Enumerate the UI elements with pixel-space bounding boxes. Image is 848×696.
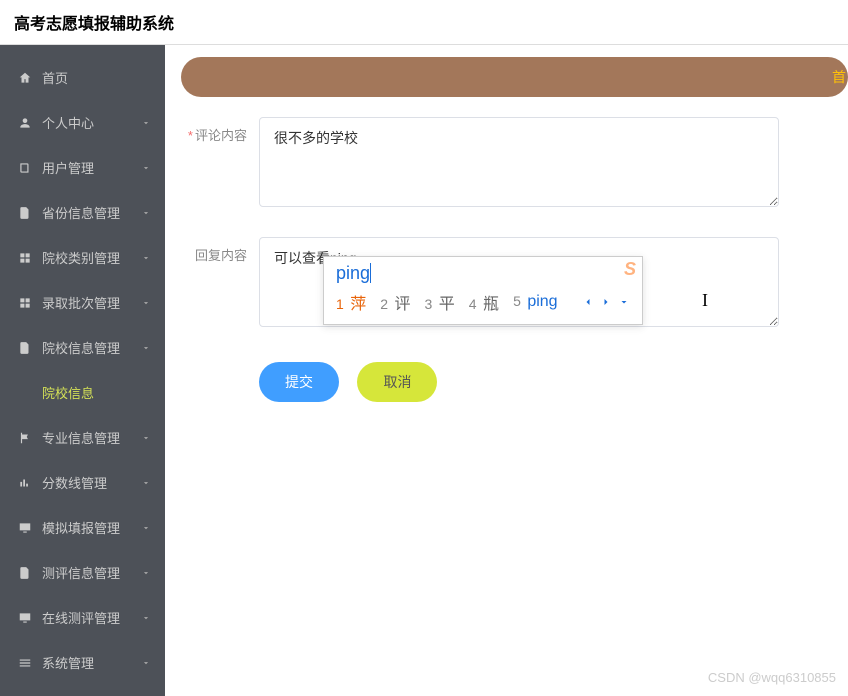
monitor-icon bbox=[18, 521, 32, 535]
sidebar-item-label: 用户管理 bbox=[42, 158, 94, 177]
submit-button[interactable]: 提交 bbox=[259, 362, 339, 402]
chevron-down-icon bbox=[141, 478, 151, 488]
app-header: 高考志愿填报辅助系统 bbox=[0, 0, 848, 45]
sidebar-item-label: 分数线管理 bbox=[42, 473, 107, 492]
chevron-down-icon bbox=[141, 343, 151, 353]
chevron-down-icon bbox=[141, 208, 151, 218]
bars-icon bbox=[18, 476, 32, 490]
chevron-down-icon bbox=[141, 163, 151, 173]
breadcrumb-banner: 首 bbox=[181, 57, 848, 97]
sidebar-item-label: 院校类别管理 bbox=[42, 248, 120, 267]
sidebar-item-label: 院校信息 bbox=[42, 383, 94, 402]
chevron-down-icon bbox=[141, 433, 151, 443]
sidebar-item-3[interactable]: 省份信息管理 bbox=[0, 190, 165, 235]
sidebar-item-label: 模拟填报管理 bbox=[42, 518, 120, 537]
cancel-button[interactable]: 取消 bbox=[357, 362, 437, 402]
grid-icon bbox=[18, 251, 32, 265]
sidebar-item-5[interactable]: 录取批次管理 bbox=[0, 280, 165, 325]
ime-expand-icon[interactable] bbox=[618, 296, 630, 308]
required-mark: * bbox=[188, 128, 193, 143]
chevron-down-icon bbox=[141, 523, 151, 533]
sidebar-item-2[interactable]: 用户管理 bbox=[0, 145, 165, 190]
doc-icon bbox=[18, 341, 32, 355]
sidebar-item-10[interactable]: 模拟填报管理 bbox=[0, 505, 165, 550]
monitor-icon bbox=[18, 611, 32, 625]
sidebar-item-7[interactable]: 院校信息 bbox=[0, 370, 165, 415]
ime-candidate-panel: S ping 1 萍 2 评 3 平 4 瓶 5 ping bbox=[323, 256, 643, 325]
ime-candidate[interactable]: 4 瓶 bbox=[469, 290, 499, 314]
sidebar-item-label: 专业信息管理 bbox=[42, 428, 120, 447]
home-icon bbox=[18, 71, 32, 85]
watermark: CSDN @wqq6310855 bbox=[708, 670, 836, 685]
chevron-down-icon bbox=[141, 118, 151, 128]
main-content: 首 *评论内容 回复内容 S ping 1 萍 2 评 3 平 bbox=[165, 45, 848, 696]
sidebar-item-11[interactable]: 测评信息管理 bbox=[0, 550, 165, 595]
sidebar-item-label: 录取批次管理 bbox=[42, 293, 120, 312]
sidebar-item-0[interactable]: 首页 bbox=[0, 55, 165, 100]
menu-icon bbox=[18, 656, 32, 670]
sidebar-item-4[interactable]: 院校类别管理 bbox=[0, 235, 165, 280]
ime-candidate[interactable]: 2 评 bbox=[380, 290, 410, 314]
chevron-down-icon bbox=[141, 658, 151, 668]
sidebar-item-label: 省份信息管理 bbox=[42, 203, 120, 222]
sidebar-item-label: 系统管理 bbox=[42, 653, 94, 672]
sidebar-item-9[interactable]: 分数线管理 bbox=[0, 460, 165, 505]
ime-candidate[interactable]: 1 萍 bbox=[336, 290, 366, 314]
ime-prev-icon[interactable] bbox=[582, 296, 594, 308]
sidebar-item-8[interactable]: 专业信息管理 bbox=[0, 415, 165, 460]
ime-candidate[interactable]: 3 平 bbox=[425, 290, 455, 314]
sidebar-item-label: 首页 bbox=[42, 68, 68, 87]
sidebar-item-13[interactable]: 系统管理 bbox=[0, 640, 165, 685]
chevron-down-icon bbox=[141, 613, 151, 623]
chevron-down-icon bbox=[141, 253, 151, 263]
ime-input-text: ping bbox=[336, 263, 630, 284]
sidebar: 首页个人中心用户管理省份信息管理院校类别管理录取批次管理院校信息管理院校信息专业… bbox=[0, 45, 165, 696]
grid-icon bbox=[18, 296, 32, 310]
text-cursor-icon: I bbox=[702, 290, 708, 311]
sidebar-item-6[interactable]: 院校信息管理 bbox=[0, 325, 165, 370]
chevron-down-icon bbox=[141, 298, 151, 308]
comment-label: *评论内容 bbox=[181, 117, 259, 144]
ime-next-icon[interactable] bbox=[600, 296, 612, 308]
sidebar-item-label: 在线测评管理 bbox=[42, 608, 120, 627]
user-icon bbox=[18, 116, 32, 130]
sidebar-item-label: 个人中心 bbox=[42, 113, 94, 132]
chevron-down-icon bbox=[141, 568, 151, 578]
app-title: 高考志愿填报辅助系统 bbox=[14, 16, 174, 33]
ime-candidates-row: 1 萍 2 评 3 平 4 瓶 5 ping bbox=[336, 290, 630, 314]
book-icon bbox=[18, 161, 32, 175]
sidebar-item-label: 院校信息管理 bbox=[42, 338, 120, 357]
doc-icon bbox=[18, 566, 32, 580]
sidebar-item-12[interactable]: 在线测评管理 bbox=[0, 595, 165, 640]
comment-textarea[interactable] bbox=[259, 117, 779, 207]
ime-logo-icon: S bbox=[624, 259, 636, 280]
sidebar-item-1[interactable]: 个人中心 bbox=[0, 100, 165, 145]
sidebar-item-label: 测评信息管理 bbox=[42, 563, 120, 582]
reply-label: 回复内容 bbox=[181, 237, 259, 264]
flag-icon bbox=[18, 431, 32, 445]
doc-icon bbox=[18, 206, 32, 220]
banner-text: 首 bbox=[832, 67, 846, 87]
ime-candidate[interactable]: 5 ping bbox=[513, 293, 558, 311]
